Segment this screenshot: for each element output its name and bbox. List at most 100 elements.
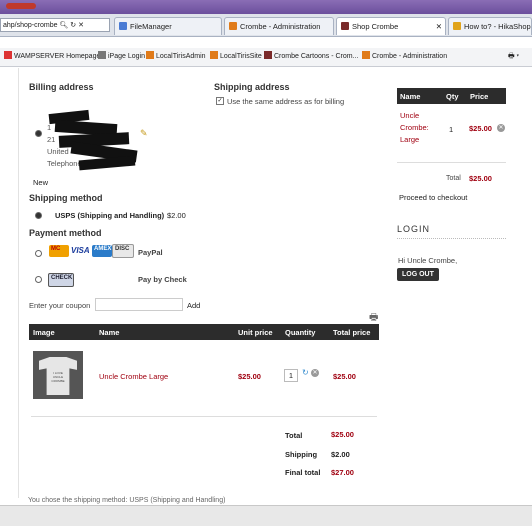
tab-shop-crombe[interactable]: Shop Crombe ✕: [336, 17, 446, 35]
total-label: Total: [285, 431, 303, 440]
bookmark-label: WAMPSERVER Homepage: [14, 53, 101, 60]
billing-address-radio[interactable]: [35, 130, 42, 137]
amex-icon: AMEX: [92, 245, 112, 257]
paypal-label: PayPal: [138, 248, 163, 257]
bookmark-localtirissite[interactable]: LocalTirisSite: [210, 48, 262, 66]
close-icon[interactable]: ✕: [78, 22, 84, 29]
header-total-price: Total price: [333, 328, 371, 337]
bookmark-label: iPage Login: [108, 53, 145, 60]
tab-label: FileManager: [130, 22, 172, 31]
final-total-value: $27.00: [331, 468, 354, 477]
tab-bar: ahp/shop-crombe 🔍︎ ↻ ✕ FileManager Cromb…: [0, 14, 532, 37]
same-address-label: Use the same address as for billing: [227, 97, 345, 106]
bookmark-icon: [264, 51, 272, 59]
bookmark-wampserver[interactable]: WAMPSERVER Homepage: [4, 48, 100, 66]
paypal-radio[interactable]: [35, 250, 42, 257]
visa-icon: VISA: [69, 245, 92, 256]
refresh-icon[interactable]: ↻: [70, 22, 76, 29]
hikashop-icon: [453, 22, 461, 30]
divider: [397, 238, 506, 240]
remove-item-icon[interactable]: ✕: [311, 369, 319, 377]
bottom-area: You chose the shipping method: USPS (Shi…: [0, 497, 532, 532]
horizontal-scrollbar[interactable]: [0, 505, 532, 526]
coupon-label: Enter your coupon: [29, 301, 91, 310]
divider: [397, 162, 506, 163]
shipping-label: Shipping: [285, 450, 318, 459]
mini-cart-price: $25.00: [469, 124, 492, 133]
coupon-input[interactable]: [95, 298, 183, 311]
header-name: Name: [99, 328, 120, 337]
bookmark-crombe-cartoons[interactable]: Crombe Cartoons - Crom...: [264, 48, 358, 66]
quantity-input[interactable]: 1: [284, 369, 298, 382]
window-control[interactable]: [6, 3, 36, 9]
bookmarks-bar: WAMPSERVER Homepage iPage Login LocalTir…: [0, 48, 532, 67]
mini-cart-header: Name Qty Price: [397, 88, 506, 104]
shipping-note: You chose the shipping method: USPS (Shi…: [28, 497, 226, 504]
product-name-link[interactable]: Uncle Crombe Large: [99, 372, 168, 381]
mini-total-label: Total: [446, 175, 461, 182]
shipping-method-radio[interactable]: [35, 212, 42, 219]
bookmark-administration[interactable]: Crombe - Administration: [362, 48, 447, 66]
mini-header-price: Price: [470, 92, 489, 101]
shipping-method-title: Shipping method: [29, 193, 103, 203]
tab-label: How to? - HikaShop: [464, 22, 531, 31]
coupon-add-button[interactable]: Add: [187, 301, 200, 310]
tab-label: Crombe - Administration: [240, 22, 321, 31]
payment-method-title: Payment method: [29, 228, 102, 238]
mastercard-icon: MC: [49, 245, 69, 257]
address-bar[interactable]: ahp/shop-crombe 🔍︎ ↻ ✕: [0, 18, 110, 32]
edit-icon[interactable]: ✎: [140, 128, 148, 139]
bookmark-ipage[interactable]: iPage Login: [98, 48, 145, 66]
bookmark-label: LocalTirisSite: [220, 53, 262, 60]
mini-total-value: $25.00: [469, 174, 492, 183]
product-image[interactable]: I LOVE UNCLE CROMBE: [33, 351, 83, 399]
bookmark-label: Crombe Cartoons - Crom...: [274, 53, 359, 60]
filemanager-icon: [119, 22, 127, 30]
bookmark-label: LocalTirisAdmin: [156, 53, 206, 60]
search-icon[interactable]: 🔍︎: [59, 22, 68, 29]
same-address-checkbox[interactable]: ✓: [216, 97, 224, 105]
bookmark-label: Crombe - Administration: [372, 53, 448, 60]
greeting-text: Hi Uncle Crombe,: [398, 256, 458, 265]
new-address-link[interactable]: New: [33, 178, 48, 187]
address-text: ahp/shop-crombe: [3, 22, 58, 29]
window-titlebar: [0, 0, 532, 14]
header-unit-price: Unit price: [238, 328, 273, 337]
header-quantity: Quantity: [285, 328, 316, 337]
note-clip: You chose the shipping method: USPS (Shi…: [28, 493, 258, 505]
bookmark-icon: [362, 51, 370, 59]
shipping-title: Shipping address: [214, 82, 290, 92]
bookmark-localtirisadmin[interactable]: LocalTirisAdmin: [146, 48, 206, 66]
bookmark-icon: [4, 51, 12, 59]
tab-label: Shop Crombe: [352, 22, 399, 31]
cart-header: Image Name Unit price Quantity Total pri…: [29, 324, 379, 340]
tab-filemanager[interactable]: FileManager: [114, 17, 222, 35]
total-value: $25.00: [331, 430, 354, 439]
pay-by-check-label: Pay by Check: [138, 275, 187, 284]
mini-remove-icon[interactable]: ✕: [497, 124, 505, 132]
shipping-method-option: USPS (Shipping and Handling): [55, 211, 165, 220]
shipping-value: $2.00: [331, 450, 350, 459]
mini-cart-qty: 1: [449, 125, 454, 134]
mini-header-name: Name: [400, 92, 421, 101]
shop-icon: [341, 22, 349, 30]
tab-hikashop[interactable]: How to? - HikaShop: [448, 17, 532, 35]
logout-button[interactable]: LOG OUT: [397, 268, 439, 281]
billing-title: Billing address: [29, 82, 94, 92]
close-tab-icon[interactable]: ✕: [436, 18, 442, 35]
checkout-page: Billing address 1 21 United Telephone ✎ …: [18, 68, 532, 498]
row-total-price: $25.00: [333, 372, 356, 381]
proceed-to-checkout-link[interactable]: Proceed to checkout: [399, 193, 467, 202]
joomla-icon: [229, 22, 237, 30]
divider: [31, 416, 377, 417]
discover-icon: DISC: [112, 244, 134, 258]
shirt-print: I LOVE UNCLE CROMBE: [51, 371, 65, 383]
unit-price: $25.00: [238, 372, 261, 381]
mini-cart-item-link[interactable]: Uncle Crombe: Large: [400, 110, 440, 146]
page-menu-icon[interactable]: 🖶︎ ▾: [508, 48, 519, 66]
tab-administration[interactable]: Crombe - Administration: [224, 17, 334, 35]
check-icon: CHECK: [48, 273, 74, 287]
check-radio[interactable]: [35, 276, 42, 283]
refresh-quantity-icon[interactable]: ↻: [302, 368, 309, 377]
mini-header-qty: Qty: [446, 92, 459, 101]
